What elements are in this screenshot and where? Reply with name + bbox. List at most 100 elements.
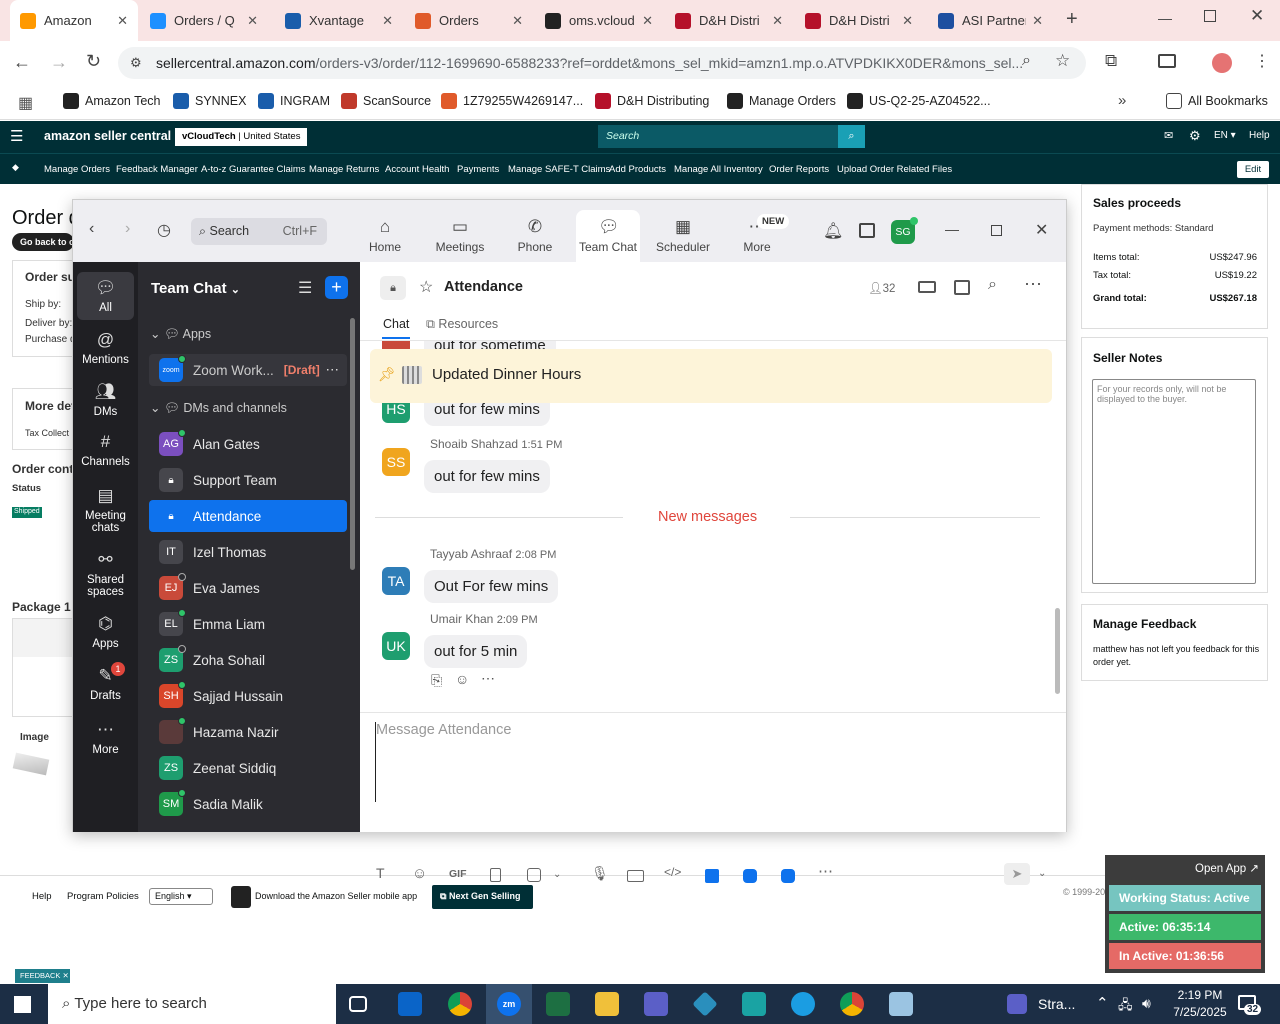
filter-icon[interactable]: ☰ — [298, 278, 312, 298]
channel-list-scrollbar[interactable] — [350, 318, 355, 570]
zoom-tab[interactable]: ✆ Phone — [503, 210, 567, 262]
composer-more-icon[interactable]: ⋯ — [818, 862, 833, 880]
all-bookmarks[interactable]: All Bookmarks — [1166, 93, 1268, 109]
browser-tab[interactable]: D&H Distri ✕ — [665, 0, 793, 41]
more-icon[interactable]: ⋯ — [1024, 274, 1042, 295]
message-bubble[interactable]: out for 5 min — [424, 635, 528, 668]
mail-icon[interactable]: ✉ — [1164, 129, 1173, 142]
menu-kebab-icon[interactable]: ⋮ — [1254, 51, 1270, 71]
app-s-icon[interactable] — [742, 992, 766, 1016]
format-text-icon[interactable]: T — [376, 865, 385, 881]
gif-button[interactable]: GIF — [449, 868, 467, 880]
sender-name[interactable]: Tayyab Ashraaf — [430, 547, 512, 561]
tab-close-icon[interactable]: ✕ — [117, 13, 128, 29]
tab-resources[interactable]: ⧉ Resources — [426, 317, 498, 332]
app-diamond-icon[interactable] — [692, 991, 718, 1017]
footer-language-select[interactable]: English ▾ — [149, 888, 213, 905]
browser-tab[interactable]: ASI Partner ✕ — [928, 0, 1053, 41]
outlook-icon[interactable] — [398, 992, 422, 1016]
new-tab-button[interactable]: + — [1066, 8, 1078, 31]
media-app-label[interactable]: Stra... — [1038, 996, 1075, 1012]
screenshot-icon[interactable] — [527, 868, 541, 882]
zoom-search-box[interactable]: ⌕ Search Ctrl+F — [191, 218, 327, 245]
browser-tab[interactable]: D&H Distri ✕ — [795, 0, 923, 41]
amazon-nav-item[interactable]: Order Reports — [769, 164, 829, 175]
bookmark-item[interactable]: US-Q2-25-AZ04522... — [847, 93, 991, 109]
hamburger-icon[interactable]: ☰ — [10, 127, 23, 145]
bookmark-item[interactable]: ScanSource — [341, 93, 431, 109]
compose-plus-button[interactable]: + — [325, 276, 348, 299]
amazon-logo[interactable]: amazon seller central — [44, 129, 171, 143]
zoom-tab[interactable]: ▦ Scheduler — [651, 210, 715, 262]
message-bubble[interactable]: out for few mins — [424, 460, 550, 493]
message-avatar[interactable]: TA — [382, 567, 410, 595]
footer-link[interactable]: Help — [32, 891, 52, 902]
next-gen-selling-button[interactable]: ⧉ Next Gen Selling — [432, 885, 533, 909]
taskbar-search-box[interactable]: ⌕ Type here to search — [48, 984, 336, 1024]
minimize-window-icon[interactable]: — — [1158, 10, 1172, 26]
zoom-icon[interactable]: ⌕ — [1022, 52, 1031, 70]
chrome-icon[interactable] — [448, 992, 472, 1016]
back-icon[interactable]: ← — [13, 52, 31, 73]
reply-icon[interactable]: ⎘ — [431, 672, 442, 689]
video-icon[interactable] — [918, 281, 936, 293]
amazon-nav-item[interactable]: Add Products — [609, 164, 666, 175]
site-info-icon[interactable]: ⚙ — [130, 55, 142, 71]
file-explorer-icon[interactable] — [595, 992, 619, 1016]
bookmark-item[interactable]: SYNNEX — [173, 93, 246, 109]
tray-chevron-icon[interactable]: ⌃ — [1096, 994, 1109, 1012]
member-count[interactable]: 👤︎32 — [868, 281, 895, 295]
apps-grid-icon[interactable]: ▦ — [18, 93, 33, 113]
rail-item[interactable]: 💬︎ All — [77, 272, 134, 320]
feedback-tab[interactable]: FEEDBACK ✕ — [15, 969, 70, 983]
bookmark-item[interactable]: 1Z79255W4269147... — [441, 93, 583, 109]
forward-icon[interactable]: → — [50, 52, 68, 73]
tab-close-icon[interactable]: ✕ — [512, 13, 523, 29]
add-reaction-icon[interactable]: ☺ — [455, 671, 469, 687]
channel-item[interactable]: IT Izel Thomas — [149, 536, 347, 568]
apps-section-header[interactable]: ⌄ 💬︎ Apps — [150, 326, 211, 342]
store-selector[interactable]: vCloudTech | United States — [175, 128, 308, 146]
search-icon[interactable]: ⌕ — [988, 276, 997, 294]
browser-tab[interactable]: Orders / Q ✕ — [140, 0, 268, 41]
app-shortcut-icon-3[interactable] — [781, 869, 795, 883]
message-avatar[interactable]: UK — [382, 632, 410, 660]
app-shortcut-icon-2[interactable] — [743, 869, 757, 883]
browser-tab[interactable]: Amazon ✕ — [10, 0, 138, 41]
rail-item[interactable]: ⚯ Shared spaces — [77, 544, 134, 604]
browser-tab[interactable]: Xvantage ✕ — [275, 0, 403, 41]
message-avatar[interactable]: SS — [382, 448, 410, 476]
app-shortcut-icon-1[interactable] — [705, 869, 719, 883]
amazon-nav-item[interactable]: Payments — [457, 164, 499, 175]
bookmark-item[interactable]: D&H Distributing — [595, 93, 709, 109]
start-icon[interactable] — [14, 996, 31, 1013]
restore-window-icon[interactable] — [1204, 10, 1216, 22]
amazon-nav-item[interactable]: A-to-z Guarantee Claims — [201, 164, 306, 175]
more-options-icon[interactable]: ⋯ — [326, 362, 340, 378]
rail-item[interactable]: ✎ Drafts 1 — [77, 660, 134, 708]
sender-name[interactable]: Shoaib Shahzad — [430, 437, 518, 451]
amazon-nav-item[interactable]: Upload Order Related Files — [837, 164, 952, 175]
amazon-search-icon[interactable]: ⌕ — [838, 125, 865, 148]
channel-item[interactable]: SM Sadia Malik — [149, 788, 347, 820]
team-chat-title[interactable]: Team Chat ⌄ — [151, 280, 240, 297]
app-notepad-icon[interactable] — [889, 992, 913, 1016]
app-item-zoom-workplace[interactable]: zoom Zoom Work... [Draft] ⋯ — [149, 354, 347, 386]
file-icon[interactable] — [490, 868, 501, 882]
zoom-tab[interactable]: ▭ Meetings — [428, 210, 492, 262]
history-icon[interactable]: ◷ — [157, 220, 171, 240]
dms-section-header[interactable]: ⌄ 💬︎ DMs and channels — [150, 400, 287, 416]
cast-icon[interactable] — [1158, 54, 1176, 68]
rail-item[interactable]: 👥︎ DMs — [77, 376, 134, 424]
channel-item[interactable]: 🔒︎ Attendance — [149, 500, 347, 532]
seller-notes-textarea[interactable]: For your records only, will not be displ… — [1092, 379, 1256, 584]
rail-item[interactable]: ▤ Meeting chats — [77, 480, 134, 540]
tab-close-icon[interactable]: ✕ — [902, 13, 913, 29]
notifications-bell-icon[interactable]: 🔔︎ — [823, 221, 843, 241]
pinned-banner[interactable]: 📌︎ Updated Dinner Hours — [370, 349, 1052, 403]
amazon-nav-item[interactable]: Account Health — [385, 164, 449, 175]
rail-item[interactable]: @ Mentions — [77, 324, 134, 372]
zoom-tab[interactable]: ⌂ Home — [353, 210, 417, 262]
screenshot-dropdown-icon[interactable]: ⌄ — [553, 869, 561, 880]
url-input[interactable]: ⚙ sellercentral.amazon.com/orders-v3/ord… — [118, 47, 1086, 79]
